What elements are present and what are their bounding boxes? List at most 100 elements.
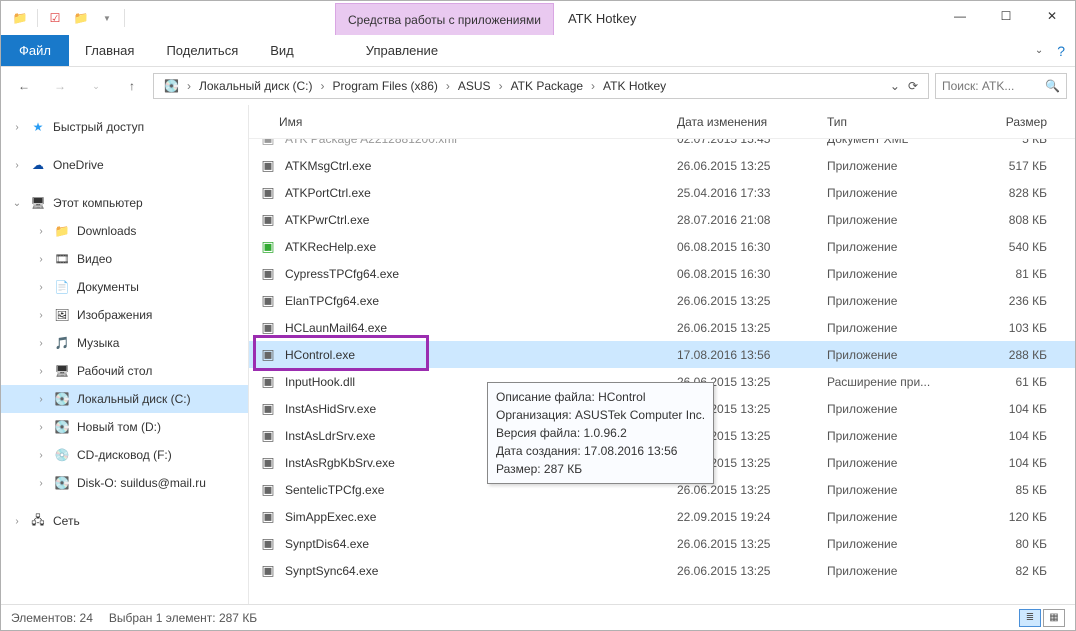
folder-icon: 🖼: [53, 308, 71, 322]
details-view-button[interactable]: ≣: [1019, 609, 1041, 627]
chevron-right-icon[interactable]: ›: [35, 394, 47, 405]
chevron-right-icon[interactable]: ›: [35, 366, 47, 377]
tab-manage[interactable]: Управление: [350, 35, 454, 66]
help-icon[interactable]: ?: [1057, 43, 1065, 59]
file-row[interactable]: ▣ SynptDis64.exe 26.06.2015 13:25 Прилож…: [249, 530, 1075, 557]
file-name-cell: ▣ ATKPwrCtrl.exe: [249, 211, 667, 229]
chevron-right-icon[interactable]: ›: [35, 450, 47, 461]
tree-quick-access[interactable]: › ★ Быстрый доступ: [1, 113, 248, 141]
column-name[interactable]: Имя: [249, 115, 667, 129]
breadcrumb[interactable]: 💽 › Локальный диск (C:) › Program Files …: [153, 73, 929, 99]
file-row[interactable]: ▣ ATKRecHelp.exe 06.08.2015 16:30 Прилож…: [249, 233, 1075, 260]
column-type[interactable]: Тип: [817, 115, 967, 129]
search-icon[interactable]: 🔍: [1045, 79, 1060, 93]
breadcrumb-item[interactable]: ATK Package: [505, 74, 589, 98]
file-row[interactable]: ▣ SimAppExec.exe 22.09.2015 19:24 Прилож…: [249, 503, 1075, 530]
back-button[interactable]: ←: [9, 72, 39, 100]
tree-item[interactable]: › 🖥 Рабочий стол: [1, 357, 248, 385]
chevron-right-icon[interactable]: ›: [11, 516, 23, 527]
chevron-right-icon[interactable]: ›: [35, 254, 47, 265]
file-size: 82 КБ: [967, 564, 1057, 578]
file-row[interactable]: ▣ ElanTPCfg64.exe 26.06.2015 13:25 Прило…: [249, 287, 1075, 314]
file-name: ATKPwrCtrl.exe: [285, 213, 369, 227]
tab-home[interactable]: Главная: [69, 35, 150, 66]
contextual-tab-app-tools[interactable]: Средства работы с приложениями: [335, 3, 554, 35]
file-row[interactable]: ▣ ATK Package A2212881200.xml 02.07.2015…: [249, 139, 1075, 152]
file-row[interactable]: ▣ SynptSync64.exe 26.06.2015 13:25 Прило…: [249, 557, 1075, 584]
tree-item[interactable]: › 💿 CD-дисковод (F:): [1, 441, 248, 469]
file-size: 61 КБ: [967, 375, 1057, 389]
refresh-icon[interactable]: ⟳: [908, 79, 918, 93]
ribbon-expand-icon[interactable]: ⌄: [1035, 45, 1043, 56]
breadcrumb-item[interactable]: ASUS: [452, 74, 497, 98]
tree-item[interactable]: › 🖼 Изображения: [1, 301, 248, 329]
chevron-right-icon[interactable]: ›: [319, 79, 327, 93]
tab-view[interactable]: Вид: [254, 35, 310, 66]
forward-button[interactable]: →: [45, 72, 75, 100]
file-date: 06.08.2015 16:30: [667, 267, 817, 281]
file-row[interactable]: ▣ ATKMsgCtrl.exe 26.06.2015 13:25 Прилож…: [249, 152, 1075, 179]
file-name: ATKMsgCtrl.exe: [285, 159, 371, 173]
file-name-cell: ▣ HControl.exe: [249, 346, 667, 364]
tree-onedrive[interactable]: › ☁ OneDrive: [1, 151, 248, 179]
tree-item-label: Видео: [77, 252, 112, 266]
breadcrumb-item[interactable]: Program Files (x86): [327, 74, 444, 98]
file-type: Приложение: [817, 240, 967, 254]
file-tab[interactable]: Файл: [1, 35, 69, 66]
new-folder-icon[interactable]: 📁: [68, 6, 94, 30]
tree-item[interactable]: › 📄 Документы: [1, 273, 248, 301]
properties-icon[interactable]: ☑: [42, 6, 68, 30]
file-row[interactable]: ▣ ATKPwrCtrl.exe 28.07.2016 21:08 Прилож…: [249, 206, 1075, 233]
chevron-right-icon[interactable]: ›: [35, 310, 47, 321]
file-name: ATKPortCtrl.exe: [285, 186, 371, 200]
file-row[interactable]: ▣ ATKPortCtrl.exe 25.04.2016 17:33 Прило…: [249, 179, 1075, 206]
chevron-right-icon[interactable]: ›: [35, 282, 47, 293]
maximize-button[interactable]: ☐: [983, 1, 1029, 31]
breadcrumb-item[interactable]: ATK Hotkey: [597, 74, 672, 98]
tree-network[interactable]: › 🖧 Сеть: [1, 507, 248, 535]
file-date: 25.04.2016 17:33: [667, 186, 817, 200]
tree-item[interactable]: › 🎞 Видео: [1, 245, 248, 273]
chevron-right-icon[interactable]: ›: [35, 338, 47, 349]
nav-tree[interactable]: › ★ Быстрый доступ › ☁ OneDrive ⌄ 🖥 Этот…: [1, 105, 249, 604]
recent-dropdown-icon[interactable]: ⌄: [81, 72, 111, 100]
pc-icon: 🖥: [29, 196, 47, 210]
network-icon: 🖧: [29, 511, 47, 532]
tree-item[interactable]: › 💽 Новый том (D:): [1, 413, 248, 441]
chevron-right-icon[interactable]: ›: [11, 122, 23, 133]
folder-icon[interactable]: 📁: [7, 6, 33, 30]
chevron-right-icon[interactable]: ›: [35, 422, 47, 433]
chevron-right-icon[interactable]: ›: [444, 79, 452, 93]
tree-item[interactable]: › 💽 Disk-O: suildus@mail.ru: [1, 469, 248, 497]
file-row[interactable]: ▣ HControl.exe 17.08.2016 13:56 Приложен…: [249, 341, 1075, 368]
tree-item[interactable]: › 📁 Downloads: [1, 217, 248, 245]
chevron-right-icon[interactable]: ›: [11, 160, 23, 171]
file-type: Приложение: [817, 510, 967, 524]
breadcrumb-item[interactable]: Локальный диск (C:): [193, 74, 319, 98]
file-row[interactable]: ▣ CypressTPCfg64.exe 06.08.2015 16:30 Пр…: [249, 260, 1075, 287]
chevron-down-icon[interactable]: ⌄: [11, 198, 23, 209]
chevron-right-icon[interactable]: ›: [185, 79, 193, 93]
tree-item-label: Новый том (D:): [77, 420, 161, 434]
chevron-right-icon[interactable]: ›: [497, 79, 505, 93]
close-button[interactable]: ✕: [1029, 1, 1075, 31]
chevron-right-icon[interactable]: ›: [589, 79, 597, 93]
address-dropdown-icon[interactable]: ⌄: [890, 79, 900, 93]
search-input[interactable]: Поиск: ATK... 🔍: [935, 73, 1067, 99]
qat-dropdown-icon[interactable]: ▼: [94, 6, 120, 30]
column-size[interactable]: Размер: [967, 115, 1057, 129]
thumbnails-view-button[interactable]: ▦: [1043, 609, 1065, 627]
file-size: 104 КБ: [967, 402, 1057, 416]
tab-share[interactable]: Поделиться: [150, 35, 254, 66]
tree-this-pc[interactable]: ⌄ 🖥 Этот компьютер: [1, 189, 248, 217]
file-row[interactable]: ▣ HCLaunMail64.exe 26.06.2015 13:25 Прил…: [249, 314, 1075, 341]
chevron-right-icon[interactable]: ›: [35, 226, 47, 237]
tree-item[interactable]: › 💽 Локальный диск (C:): [1, 385, 248, 413]
tree-item[interactable]: › 🎵 Музыка: [1, 329, 248, 357]
drive-icon[interactable]: 💽: [158, 74, 185, 98]
file-list[interactable]: ▣ ATK Package A2212881200.xml 02.07.2015…: [249, 139, 1075, 604]
chevron-right-icon[interactable]: ›: [35, 478, 47, 489]
column-date[interactable]: Дата изменения: [667, 115, 817, 129]
minimize-button[interactable]: —: [937, 1, 983, 31]
up-button[interactable]: ↑: [117, 72, 147, 100]
